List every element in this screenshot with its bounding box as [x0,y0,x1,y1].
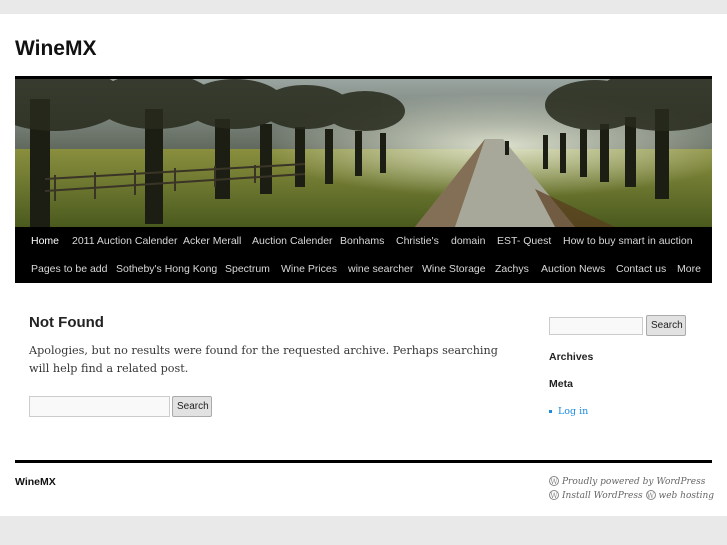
site-title[interactable]: WineMX [15,37,96,61]
not-found-message: Apologies, but no results were found for… [29,344,498,375]
web-hosting-link[interactable]: web hosting [659,491,715,501]
nav-item-domain[interactable]: domain [451,227,485,255]
header-photo [15,79,712,227]
nav-item-wine-storage[interactable]: Wine Storage [422,255,486,283]
login-link[interactable]: Log in [558,406,588,417]
nav-item-acker-merall[interactable]: Acker Merall [183,227,241,255]
meta-widget-title: Meta [549,378,573,390]
nav-item-christies[interactable]: Christie's [396,227,439,255]
footer-site-title[interactable]: WineMX [15,476,56,488]
nav-row-2: Pages to be add Sotheby's Hong Kong Spec… [15,255,712,283]
main-search-button[interactable]: Search [172,396,212,417]
sidebar-search-input[interactable] [549,317,643,335]
sidebar-search-button[interactable]: Search [646,315,686,336]
footer-credit-1: Proudly powered by WordPress [549,476,705,488]
nav-item-bonhams[interactable]: Bonhams [340,227,384,255]
install-wordpress-link[interactable]: Install WordPress [562,491,643,501]
nav-row-1: Home 2011 Auction Calender Acker Merall … [15,227,712,255]
archives-widget-title: Archives [549,351,594,363]
footer-credit-2: Install WordPress web hosting [549,490,714,502]
footer-divider [15,460,712,463]
page-title: Not Found [29,314,104,331]
nav-item-how-to-buy[interactable]: How to buy smart in auction [563,227,693,255]
nav-item-spectrum[interactable]: Spectrum [225,255,270,283]
nav-item-sothebys-hong-kong[interactable]: Sotheby's Hong Kong [116,255,217,283]
main-search-input[interactable] [29,396,170,417]
nav-item-pages-to-be-add[interactable]: Pages to be add [31,255,107,283]
wordpress-icon [549,490,559,502]
nav-item-est-quest[interactable]: EST- Quest [497,227,551,255]
nav-item-more[interactable]: More [677,255,701,283]
wordpress-icon [645,490,656,502]
nav-item-home[interactable]: Home [31,227,59,255]
nav-item-contact-us[interactable]: Contact us [616,255,666,283]
powered-by-link[interactable]: Proudly powered by WordPress [562,477,705,487]
nav-item-auction-news[interactable]: Auction News [541,255,605,283]
header-image[interactable] [15,76,712,230]
list-item: Log in [549,406,588,418]
main-navigation: Home 2011 Auction Calender Acker Merall … [15,227,712,283]
nav-item-auction-calender[interactable]: Auction Calender [252,227,333,255]
nav-item-wine-prices[interactable]: Wine Prices [281,255,337,283]
meta-list: Log in [549,406,588,418]
nav-item-wine-searcher[interactable]: wine searcher [348,255,413,283]
wordpress-icon [549,476,559,488]
page: WineMX Home 2011 Auction Calender Acker … [0,14,727,516]
bullet-icon [549,410,552,413]
nav-item-2011-auction-calender[interactable]: 2011 Auction Calender [72,227,177,255]
nav-item-zachys[interactable]: Zachys [495,255,529,283]
